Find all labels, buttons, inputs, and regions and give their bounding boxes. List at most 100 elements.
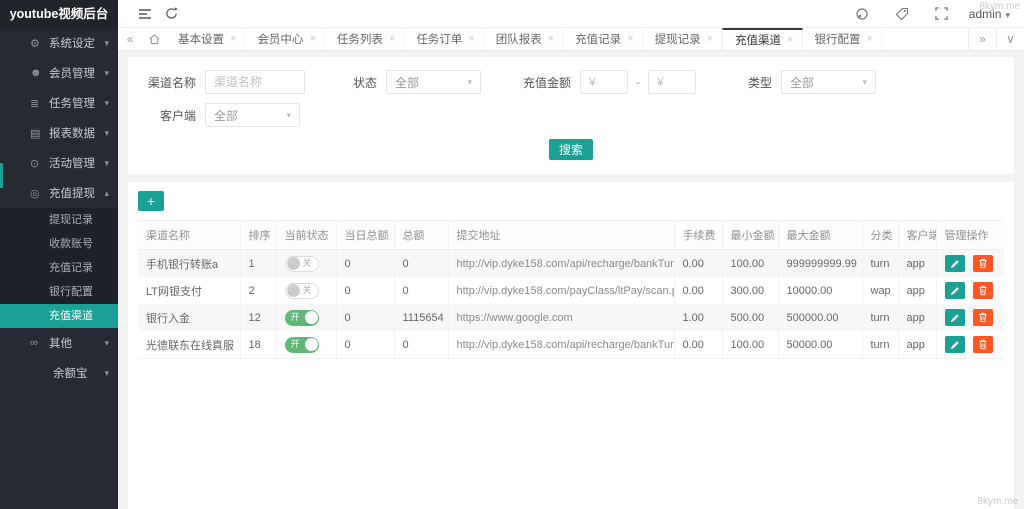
tab-label: 基本设置	[178, 31, 224, 47]
sidebar-subitem-recharge-records[interactable]: 充值记录	[0, 256, 118, 280]
fullscreen-icon[interactable]	[929, 4, 955, 24]
collapse-menu-icon[interactable]	[132, 4, 158, 24]
close-icon[interactable]: ×	[389, 33, 395, 45]
close-icon[interactable]: ×	[230, 33, 236, 45]
status-toggle[interactable]: 开	[285, 337, 319, 353]
tabs-scroll-right-icon[interactable]: »	[968, 28, 996, 50]
tab[interactable]: 任务订单 ×	[404, 28, 483, 50]
cell-sort: 2	[240, 277, 276, 304]
add-channel-button[interactable]: +	[138, 191, 164, 211]
sidebar-subitem-bank-config[interactable]: 银行配置	[0, 280, 118, 304]
refresh-icon[interactable]	[158, 4, 184, 24]
cell-channel-name: LT网银支付	[138, 277, 240, 304]
type-select-value: 全部	[790, 74, 814, 91]
cell-fee: 0.00	[674, 331, 722, 359]
cell-day-total: 0	[336, 331, 394, 359]
main-area: admin « 基本设置 × 会员中心 × 任	[118, 0, 1024, 509]
tab[interactable]: 提现记录 ×	[643, 28, 722, 50]
nav-item-icon: ◎	[30, 187, 45, 200]
cell-channel-name: 银行入金	[138, 304, 240, 331]
edit-icon	[950, 313, 960, 323]
status-toggle[interactable]: 关	[285, 256, 319, 272]
cell-actions	[936, 331, 1004, 359]
toggle-knob	[287, 284, 300, 297]
tab-label: 任务列表	[337, 31, 383, 47]
cell-sort: 18	[240, 331, 276, 359]
toggle-knob	[305, 338, 318, 351]
client-select[interactable]: 全部	[205, 103, 300, 127]
cell-channel-name: 手机银行转账a	[138, 250, 240, 278]
cell-max-amount: 500000.00	[778, 304, 862, 331]
tab[interactable]: 充值记录 ×	[563, 28, 642, 50]
toggle-knob	[287, 257, 300, 270]
nav-item-label: 其他	[49, 335, 72, 351]
close-icon[interactable]: ×	[468, 33, 474, 45]
user-menu[interactable]: admin	[969, 7, 1010, 21]
cell-submit-url: http://vip.dyke158.com/api/recharge/bank…	[448, 250, 674, 278]
tab[interactable]: 团队报表 ×	[484, 28, 563, 50]
search-button[interactable]: 搜索	[549, 139, 593, 160]
cell-category: turn	[862, 304, 898, 331]
sidebar-item-recharge-withdraw[interactable]: ◎ 充值提现	[0, 178, 118, 208]
tag-icon[interactable]	[889, 4, 915, 24]
theme-icon[interactable]	[849, 4, 875, 24]
delete-button[interactable]	[973, 336, 993, 353]
cell-sort: 1	[240, 250, 276, 278]
sidebar-subitem-recharge-channels[interactable]: 充值渠道	[0, 304, 118, 328]
tabs-scroll-left-icon[interactable]: «	[118, 28, 142, 50]
close-icon[interactable]: ×	[707, 33, 713, 45]
edit-button[interactable]	[945, 309, 965, 326]
type-select[interactable]: 全部	[781, 70, 876, 94]
amount-min-input[interactable]	[580, 70, 628, 94]
toggle-label: 开	[291, 338, 300, 351]
sidebar-item-member-management[interactable]: ☻ 会员管理	[0, 58, 118, 88]
delete-icon	[978, 339, 988, 350]
delete-button[interactable]	[973, 282, 993, 299]
cell-day-total: 0	[336, 304, 394, 331]
close-icon[interactable]: ×	[548, 33, 554, 45]
home-tab-icon[interactable]	[142, 28, 166, 50]
filter-row-2: 客户端 全部	[138, 103, 1004, 127]
status-toggle[interactable]: 关	[285, 283, 319, 299]
close-icon[interactable]: ×	[787, 34, 793, 46]
sidebar-item-system-settings[interactable]: ⚙ 系统设定	[0, 28, 118, 58]
channel-name-input[interactable]	[205, 70, 305, 94]
nav-item-label: 报表数据	[49, 125, 95, 141]
sidebar-item-activity-management[interactable]: ⊙ 活动管理	[0, 148, 118, 178]
delete-button[interactable]	[973, 309, 993, 326]
delete-button[interactable]	[973, 255, 993, 272]
sidebar-item-yuebao[interactable]: 余额宝	[0, 358, 118, 388]
sidebar-item-report-data[interactable]: ▤ 报表数据	[0, 118, 118, 148]
sidebar-subitem-payee-accounts[interactable]: 收款账号	[0, 232, 118, 256]
status-toggle[interactable]: 开	[285, 310, 319, 326]
delete-icon	[978, 258, 988, 269]
sidebar-scrollbar-thumb[interactable]	[0, 163, 3, 188]
chevron-icon	[104, 68, 109, 79]
tab[interactable]: 会员中心 ×	[245, 28, 324, 50]
tab[interactable]: 基本设置 ×	[166, 28, 245, 50]
close-icon[interactable]: ×	[627, 33, 633, 45]
sidebar-item-other[interactable]: ∞ 其他	[0, 328, 118, 358]
edit-button[interactable]	[945, 282, 965, 299]
sidebar-subitem-withdraw-records[interactable]: 提现记录	[0, 208, 118, 232]
tab[interactable]: 银行配置 ×	[803, 28, 882, 50]
tab-list: 基本设置 × 会员中心 × 任务列表 × 任务订单 × 团队报表 ×	[166, 28, 882, 50]
tabs-menu-icon[interactable]: ∨	[996, 28, 1024, 50]
tab[interactable]: 任务列表 ×	[325, 28, 404, 50]
edit-button[interactable]	[945, 336, 965, 353]
status-select[interactable]: 全部	[386, 70, 481, 94]
close-icon[interactable]: ×	[309, 33, 315, 45]
amount-max-input[interactable]	[648, 70, 696, 94]
sidebar-item-task-management[interactable]: ≣ 任务管理	[0, 88, 118, 118]
top-header-bar: admin	[118, 0, 1024, 28]
cell-category: turn	[862, 331, 898, 359]
cell-day-total: 0	[336, 277, 394, 304]
edit-button[interactable]	[945, 255, 965, 272]
cell-status: 开	[276, 331, 336, 359]
close-icon[interactable]: ×	[867, 33, 873, 45]
sidebar-others: ∞ 其他 余额宝	[0, 328, 118, 388]
cell-client: app	[898, 250, 936, 278]
cell-status: 关	[276, 250, 336, 278]
status-label: 状态	[353, 74, 377, 91]
tab[interactable]: 充值渠道 ×	[722, 28, 802, 50]
